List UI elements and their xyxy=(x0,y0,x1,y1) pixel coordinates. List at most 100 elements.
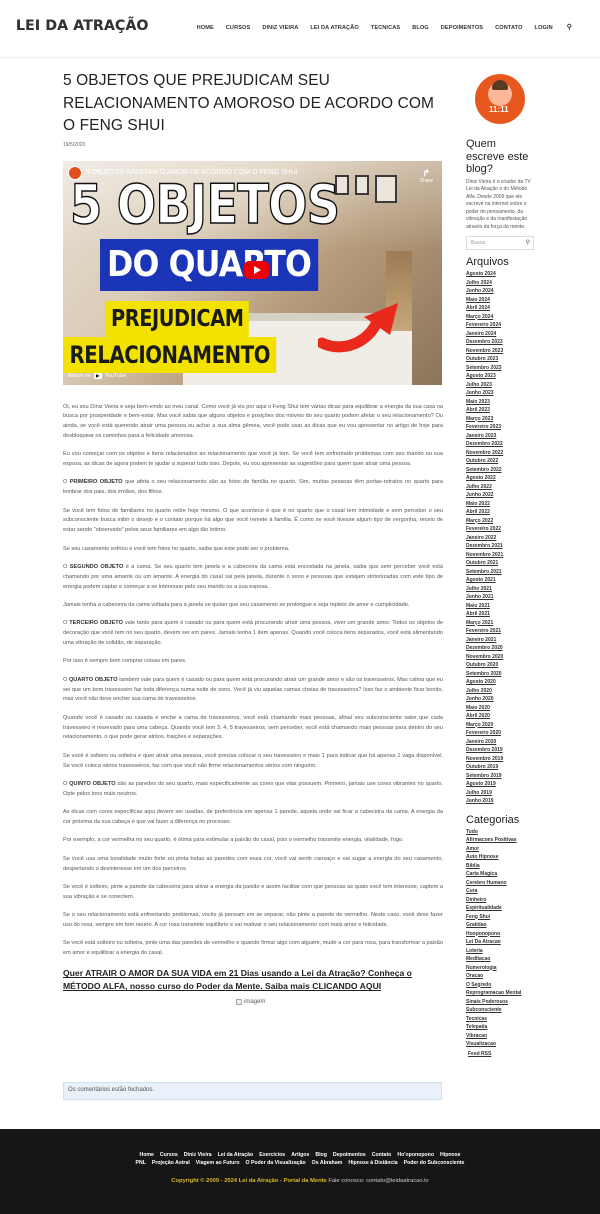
archive-link[interactable]: Dezembro 2022 xyxy=(466,440,536,449)
archive-link[interactable]: Fevereiro 2021 xyxy=(466,627,536,636)
nav-cursos[interactable]: CURSOS xyxy=(220,25,257,31)
nav-contato[interactable]: CONTATO xyxy=(489,25,528,31)
archive-link[interactable]: Agosto 2021 xyxy=(466,576,536,585)
archive-link[interactable]: Janeiro 2020 xyxy=(466,738,536,747)
archive-link[interactable]: Novembro 2019 xyxy=(466,755,536,764)
footer-link[interactable]: Contato xyxy=(372,1152,392,1158)
archive-link[interactable]: Maio 2020 xyxy=(466,704,536,713)
archive-link[interactable]: Março 2024 xyxy=(466,313,536,322)
archive-link[interactable]: Janeiro 2023 xyxy=(466,432,536,441)
category-link[interactable]: Biblia xyxy=(466,862,536,871)
footer-link[interactable]: Cursos xyxy=(160,1152,178,1158)
footer-link[interactable]: Depoimentos xyxy=(333,1152,366,1158)
search-icon[interactable]: ⚲ xyxy=(526,239,530,246)
nav-depoimentos[interactable]: DEPOIMENTOS xyxy=(435,25,489,31)
archive-link[interactable]: Julho 2024 xyxy=(466,279,536,288)
archive-link[interactable]: Junho 2020 xyxy=(466,695,536,704)
footer-link[interactable]: Poder do Subconsciente xyxy=(404,1160,465,1166)
archive-link[interactable]: Setembro 2020 xyxy=(466,670,536,679)
archive-link[interactable]: Fevereiro 2023 xyxy=(466,423,536,432)
archive-link[interactable]: Junho 2024 xyxy=(466,287,536,296)
archive-link[interactable]: Setembro 2019 xyxy=(466,772,536,781)
category-link[interactable]: Meditacao xyxy=(466,955,536,964)
nav-tecnicas[interactable]: TECNICAS xyxy=(365,25,406,31)
archive-link[interactable]: Maio 2022 xyxy=(466,500,536,509)
archive-link[interactable]: Agosto 2022 xyxy=(466,474,536,483)
footer-link[interactable]: Projeção Astral xyxy=(152,1160,190,1166)
category-link[interactable]: Feng Shui xyxy=(466,913,536,922)
archive-link[interactable]: Julho 2020 xyxy=(466,687,536,696)
category-link[interactable]: Reprogramacao Mental xyxy=(466,989,536,998)
category-link[interactable]: Gratidao xyxy=(466,921,536,930)
category-link[interactable]: Dinheiro xyxy=(466,896,536,905)
category-link[interactable]: Sinais Poderosos xyxy=(466,998,536,1007)
nav-home[interactable]: HOME xyxy=(191,25,220,31)
play-icon[interactable] xyxy=(244,260,269,279)
archive-link[interactable]: Julho 2023 xyxy=(466,381,536,390)
nav-login[interactable]: LOGIN xyxy=(529,25,559,31)
archive-link[interactable]: Outubro 2022 xyxy=(466,457,536,466)
category-link[interactable]: Subconsciente xyxy=(466,1006,536,1015)
footer-link[interactable]: O Poder da Visualização xyxy=(246,1160,306,1166)
archive-link[interactable]: Janeiro 2024 xyxy=(466,330,536,339)
archive-link[interactable]: Fevereiro 2020 xyxy=(466,729,536,738)
archive-link[interactable]: Março 2023 xyxy=(466,415,536,424)
footer-link[interactable]: Os Abraham xyxy=(312,1160,343,1166)
footer-link[interactable]: Hipnose xyxy=(440,1152,460,1158)
archive-link[interactable]: Agosto 2023 xyxy=(466,372,536,381)
archive-link[interactable]: Outubro 2020 xyxy=(466,661,536,670)
category-link[interactable]: Hooponopono xyxy=(466,930,536,939)
share-button[interactable]: ↱ Share xyxy=(420,168,433,184)
archive-link[interactable]: Janeiro 2021 xyxy=(466,636,536,645)
archive-link[interactable]: Outubro 2023 xyxy=(466,355,536,364)
contact-text[interactable]: Fale conosco: contato@leidaatracao.tv xyxy=(327,1178,428,1184)
footer-link[interactable]: Hipnose à Distância xyxy=(348,1160,397,1166)
archive-link[interactable]: Abril 2020 xyxy=(466,712,536,721)
cta-link[interactable]: Quer ATRAIR O AMOR DA SUA VIDA em 21 Dia… xyxy=(63,967,443,993)
archive-link[interactable]: Dezembro 2023 xyxy=(466,338,536,347)
category-link[interactable]: Afirmacoes Positivas xyxy=(466,836,536,845)
archive-link[interactable]: Dezembro 2020 xyxy=(466,644,536,653)
archive-link[interactable]: Novembro 2021 xyxy=(466,551,536,560)
archive-link[interactable]: Julho 2019 xyxy=(466,789,536,798)
category-link[interactable]: Lei Da Atracao xyxy=(466,938,536,947)
footer-link[interactable]: Home xyxy=(140,1152,154,1158)
archive-link[interactable]: Dezembro 2019 xyxy=(466,746,536,755)
category-link[interactable]: Visualizacao xyxy=(466,1040,536,1049)
archive-link[interactable]: Junho 2023 xyxy=(466,389,536,398)
category-link[interactable]: Vibracao xyxy=(466,1032,536,1041)
archive-link[interactable]: Abril 2022 xyxy=(466,508,536,517)
footer-link[interactable]: Artigos xyxy=(291,1152,309,1158)
archive-link[interactable]: Setembro 2022 xyxy=(466,466,536,475)
nav-blog[interactable]: BLOG xyxy=(406,25,435,31)
category-link[interactable]: O Segredo xyxy=(466,981,536,990)
nav-lei-da-atracao[interactable]: LEI DA ATRAÇÃO xyxy=(304,25,364,31)
archive-link[interactable]: Novembro 2022 xyxy=(466,449,536,458)
archive-link[interactable]: Agosto 2024 xyxy=(466,270,536,279)
archive-link[interactable]: Abril 2024 xyxy=(466,304,536,313)
archive-link[interactable]: Junho 2019 xyxy=(466,797,536,806)
category-link[interactable]: Espiritualidade xyxy=(466,904,536,913)
category-link[interactable]: Telepatia xyxy=(466,1023,536,1032)
archive-link[interactable]: Setembro 2021 xyxy=(466,568,536,577)
archive-link[interactable]: Fevereiro 2022 xyxy=(466,525,536,534)
rss-feed-link[interactable]: Feed RSS xyxy=(468,1051,536,1057)
category-link[interactable]: Cerebro Humano xyxy=(466,879,536,888)
archive-link[interactable]: Dezembro 2021 xyxy=(466,542,536,551)
category-link[interactable]: Oracao xyxy=(466,972,536,981)
archive-link[interactable]: Fevereiro 2024 xyxy=(466,321,536,330)
footer-link[interactable]: PNL xyxy=(136,1160,146,1166)
archive-link[interactable]: Abril 2023 xyxy=(466,406,536,415)
archive-link[interactable]: Agosto 2019 xyxy=(466,780,536,789)
archive-link[interactable]: Março 2020 xyxy=(466,721,536,730)
archive-link[interactable]: Setembro 2023 xyxy=(466,364,536,373)
category-link[interactable]: Carta Magica xyxy=(466,870,536,879)
archive-link[interactable]: Outubro 2019 xyxy=(466,763,536,772)
archive-link[interactable]: Abril 2021 xyxy=(466,610,536,619)
footer-link[interactable]: Lei da Atração xyxy=(218,1152,254,1158)
archive-link[interactable]: Maio 2024 xyxy=(466,296,536,305)
archive-link[interactable]: Julho 2021 xyxy=(466,585,536,594)
sidebar-search-input[interactable]: Busca ⚲ xyxy=(466,236,534,250)
footer-link[interactable]: Ho'oponopono xyxy=(397,1152,434,1158)
video-player[interactable]: 5 OBJETOS AFASTAM O AMOR DE ACORDO COM O… xyxy=(63,160,442,385)
